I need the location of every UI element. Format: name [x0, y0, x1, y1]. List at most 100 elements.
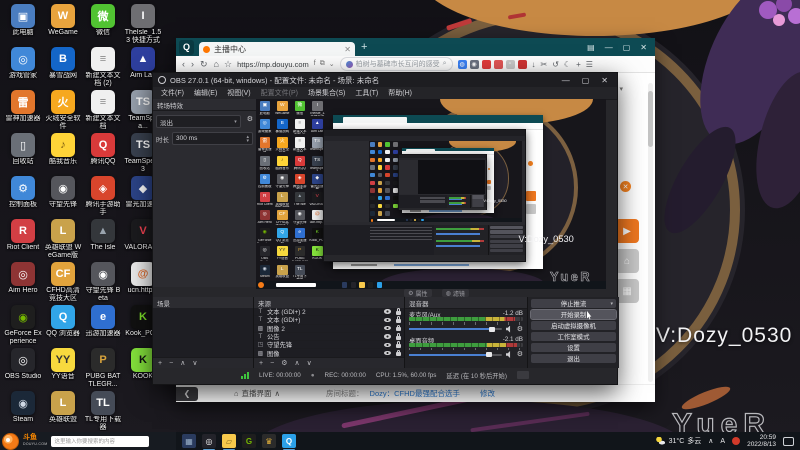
obs-menu-6[interactable]: 帮助(H) — [388, 88, 412, 98]
remove-source-button[interactable]: − — [270, 360, 274, 367]
taskbar-icon-qq-browser[interactable]: Q — [282, 434, 296, 450]
menu-icon[interactable]: ☰ — [586, 60, 593, 69]
share-icon-1[interactable]: ⧉ — [320, 60, 325, 68]
studio-mode-button[interactable]: 工作室模式 — [531, 332, 616, 341]
speaker-icon[interactable] — [505, 351, 511, 358]
filters-button[interactable]: ◍ 滤镜 — [441, 289, 469, 298]
taskbar-icon-folder[interactable]: ▱ — [222, 434, 236, 450]
desktop-icon-9[interactable]: 火火绒安全软件 — [44, 90, 82, 130]
search-magnifier-icon[interactable]: ⌕ — [443, 60, 447, 68]
lock-icon[interactable] — [396, 332, 401, 340]
obs-menu-1[interactable]: 编辑(E) — [194, 88, 217, 98]
volume-slider[interactable] — [409, 352, 502, 357]
start-recording-button[interactable]: 开始录制 — [530, 309, 617, 320]
channel-gear-icon[interactable]: ⚙ — [517, 326, 523, 333]
live-interface-nav[interactable]: ⌂ 直播界面 ∧ — [234, 388, 280, 399]
lock-icon[interactable] — [396, 316, 401, 323]
extension-icon-5[interactable] — [517, 59, 527, 69]
live-tool-button[interactable]: ▶ — [615, 219, 639, 243]
lock-icon[interactable] — [396, 324, 401, 332]
taskbar-icon-wallpaper-thumbnail[interactable]: ▦ — [182, 434, 196, 448]
lock-icon[interactable] — [396, 308, 401, 315]
desktop-icon-6[interactable]: ≡ 新建文本文档 (2) — [84, 47, 122, 87]
spinner-arrows-icon[interactable]: ▴ ▾ — [246, 134, 249, 143]
notification-center-icon[interactable] — [783, 436, 794, 446]
properties-button[interactable]: ⚙ 属性 — [404, 289, 432, 298]
scene-down-button[interactable]: ∨ — [192, 359, 197, 367]
extension-icon-0[interactable]: ◍ — [457, 59, 467, 69]
add-icon[interactable]: + — [576, 60, 581, 69]
desktop-icon-18[interactable]: ◈ 腾讯手游助手 — [84, 176, 122, 216]
stream-options-chevron[interactable]: ▾ — [610, 301, 613, 307]
obs-menu-4[interactable]: 场景集合(S) — [308, 88, 345, 98]
extension-icon-1[interactable]: ◉ — [469, 59, 479, 69]
close-button[interactable]: ✕ — [601, 76, 608, 85]
back-icon[interactable]: ‹ — [182, 59, 185, 70]
night-mode-icon[interactable]: ☾ — [564, 60, 571, 69]
exit-button[interactable]: 退出 — [531, 354, 616, 363]
desktop-icon-34[interactable]: P PUBG BATTLEGR... — [84, 348, 122, 388]
forward-icon[interactable]: › — [191, 59, 194, 70]
douyu-search-input[interactable]: 这里输入你要搜索的内容 — [51, 435, 150, 447]
taskbar-clock[interactable]: 20:59 2022/8/13 — [747, 434, 776, 448]
desktop-icon-13[interactable]: ♪ 酷我音乐 — [44, 133, 82, 166]
extension-icon-2[interactable] — [481, 59, 491, 69]
speaker-icon[interactable] — [505, 325, 511, 333]
visibility-eye-icon[interactable] — [384, 317, 391, 323]
minimize-button[interactable]: — — [562, 76, 570, 85]
desktop-icon-28[interactable]: ◉ GeForce Experience — [4, 305, 42, 345]
desktop-icon-33[interactable]: YY YY语音 — [44, 348, 82, 381]
visibility-eye-icon[interactable] — [384, 334, 391, 339]
desktop-icon-17[interactable]: ◉ 守望先锋 — [44, 176, 82, 209]
desktop-icon-29[interactable]: Q QQ 浏览器 — [44, 305, 82, 338]
channel-gear-icon[interactable]: ⚙ — [517, 351, 523, 358]
collapse-panel-button[interactable]: ❮ — [176, 386, 198, 401]
home-tool-button[interactable]: ⌂ — [615, 249, 639, 273]
browser-window-control-1[interactable]: — — [605, 43, 613, 52]
browser-window-control-0[interactable]: ▤ — [587, 43, 595, 52]
weather-widget[interactable]: 31°C 多云 — [655, 436, 701, 446]
scene-up-button[interactable]: ∧ — [180, 359, 185, 367]
add-scene-button[interactable]: + — [158, 360, 162, 367]
ime-indicator[interactable]: A — [720, 438, 725, 445]
obs-menu-0[interactable]: 文件(F) — [161, 88, 184, 98]
add-source-button[interactable]: + — [259, 360, 263, 367]
source-down-button[interactable]: ∨ — [307, 359, 312, 367]
room-title-edit-link[interactable]: 修改 — [480, 388, 495, 399]
visibility-eye-icon[interactable] — [384, 342, 391, 348]
taskbar-icon-obs-studio[interactable]: ◎ — [202, 434, 216, 450]
desktop-icon-4[interactable]: ◎ 游戏管家 — [4, 47, 42, 80]
start-virtual-camera-button[interactable]: 启动虚拟摄像机 — [531, 321, 616, 330]
desktop-icon-1[interactable]: W WeGame — [44, 4, 82, 37]
visibility-eye-icon[interactable] — [384, 325, 391, 331]
screenshot-icon[interactable]: ✂ — [541, 60, 548, 69]
desktop-icon-2[interactable]: 微微信 — [84, 4, 122, 37]
history-icon[interactable]: ↺ — [552, 60, 559, 69]
desktop-icon-26[interactable]: ◉ 守望先锋 Beta — [84, 262, 122, 302]
taskbar-icon-geforce-experience[interactable]: G — [242, 434, 256, 448]
obs-preview-canvas[interactable]: ▣此电脑WWeGame微微信ITheIsle_1.53 快捷方式◎游戏管家B暴雪… — [256, 99, 606, 289]
lock-icon[interactable] — [396, 349, 401, 357]
visibility-eye-icon[interactable] — [384, 309, 391, 314]
visibility-eye-icon[interactable] — [384, 350, 391, 356]
desktop-icon-21[interactable]: L 英雄联盟 WeGame版 — [44, 219, 82, 259]
volume-slider-handle[interactable] — [485, 352, 492, 357]
desktop-icon-20[interactable]: R Riot Client — [4, 219, 42, 252]
browser-window-control-3[interactable]: ✕ — [640, 43, 647, 52]
scrollbar-thumb[interactable] — [648, 91, 653, 147]
settings-button[interactable]: 设置 — [531, 343, 616, 352]
obs-menu-2[interactable]: 视图(V) — [227, 88, 250, 98]
obs-menu-5[interactable]: 工具(T) — [355, 88, 378, 98]
hot-search-box[interactable]: 柏树与墓碑市长互问的感受 ⌕ — [339, 57, 453, 71]
promo-close-icon[interactable]: ✕ — [620, 181, 631, 192]
desktop-icon-37[interactable]: L 英雄联盟 — [44, 391, 82, 424]
new-tab-button[interactable]: + — [361, 41, 367, 53]
download-icon[interactable]: ↓ — [532, 60, 536, 69]
desktop-icon-36[interactable]: ◉ Steam — [4, 391, 42, 424]
volume-slider-handle[interactable] — [489, 326, 496, 332]
desktop-icon-8[interactable]: 雷雷神加速器 — [4, 90, 42, 123]
transition-select[interactable]: 淡出 ▾ — [156, 115, 241, 128]
scenes-list[interactable] — [153, 308, 253, 358]
douyu-logo-icon[interactable] — [2, 432, 19, 450]
transition-gear-icon[interactable]: ⚙ — [247, 116, 253, 123]
